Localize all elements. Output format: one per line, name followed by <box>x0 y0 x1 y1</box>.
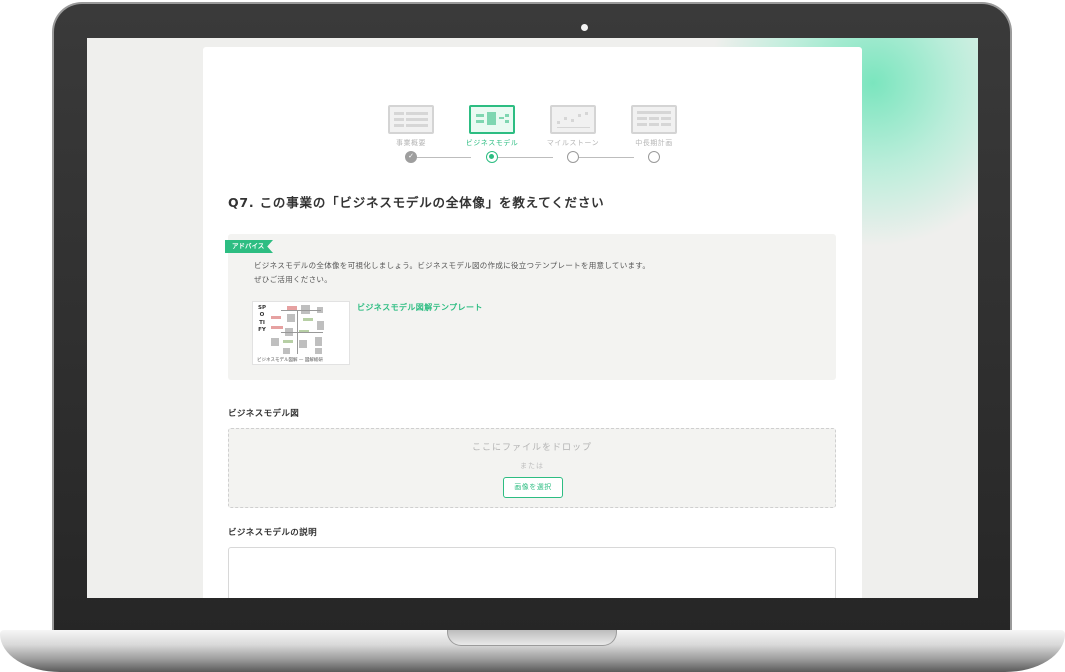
question-title: Q7. この事業の「ビジネスモデルの全体像」を教えてください <box>228 195 605 210</box>
current-step-indicator <box>486 151 498 163</box>
step-thumbnail-icon <box>388 105 434 134</box>
advice-text: ビジネスモデルの全体像を可視化しましょう。ビジネスモデル図の作成に役立つテンプレ… <box>254 261 651 284</box>
select-image-button[interactable]: 画像を選択 <box>503 477 563 498</box>
camera-icon <box>581 24 588 31</box>
step-indicator <box>648 151 660 163</box>
thumbnail-text: SPOTIFY <box>258 305 266 333</box>
step-mid-long-term-plan[interactable]: 中長期計画 <box>624 105 684 175</box>
step-business-model[interactable]: ビジネスモデル <box>462 105 522 175</box>
advice-badge: アドバイス <box>225 240 273 253</box>
description-label: ビジネスモデルの説明 <box>228 528 318 538</box>
diagram-upload-label: ビジネスモデル図 <box>228 409 300 419</box>
step-label: 中長期計画 <box>635 139 673 147</box>
template-link[interactable]: ビジネスモデル図解テンプレート <box>357 302 483 313</box>
thumbnail-caption: ビジネスモデル図解 — 図解総研 <box>257 358 323 363</box>
check-icon: ✓ <box>405 151 417 163</box>
step-label: マイルストーン <box>546 139 600 147</box>
description-textarea[interactable] <box>228 547 836 598</box>
step-thumbnail-icon <box>550 105 596 134</box>
laptop-notch <box>447 630 617 646</box>
form-card: 事業概要 ✓ ビジネスモデル マイルストーン 中長期計画 Q7. この事業の「ビ… <box>203 47 862 598</box>
file-dropzone[interactable]: ここにファイルをドロップ または 画像を選択 <box>228 428 836 508</box>
progress-steps: 事業概要 ✓ ビジネスモデル マイルストーン 中長期計画 <box>203 47 862 177</box>
step-milestone[interactable]: マイルストーン <box>543 105 603 175</box>
step-thumbnail-icon <box>469 105 515 134</box>
screen: 事業概要 ✓ ビジネスモデル マイルストーン 中長期計画 Q7. この事業の「ビ… <box>87 38 978 598</box>
template-thumbnail[interactable]: SPOTIFY ビジネスモデル図解 — 図解総研 <box>252 301 350 365</box>
advice-box: アドバイス ビジネスモデルの全体像を可視化しましょう。ビジネスモデル図の作成に役… <box>225 234 836 380</box>
drop-text: ここにファイルをドロップ <box>471 443 592 453</box>
step-indicator <box>567 151 579 163</box>
step-thumbnail-icon <box>631 105 677 134</box>
step-label: ビジネスモデル <box>465 139 519 147</box>
or-text: または <box>520 462 544 470</box>
step-label: 事業概要 <box>396 139 426 147</box>
step-business-overview[interactable]: 事業概要 ✓ <box>381 105 441 175</box>
